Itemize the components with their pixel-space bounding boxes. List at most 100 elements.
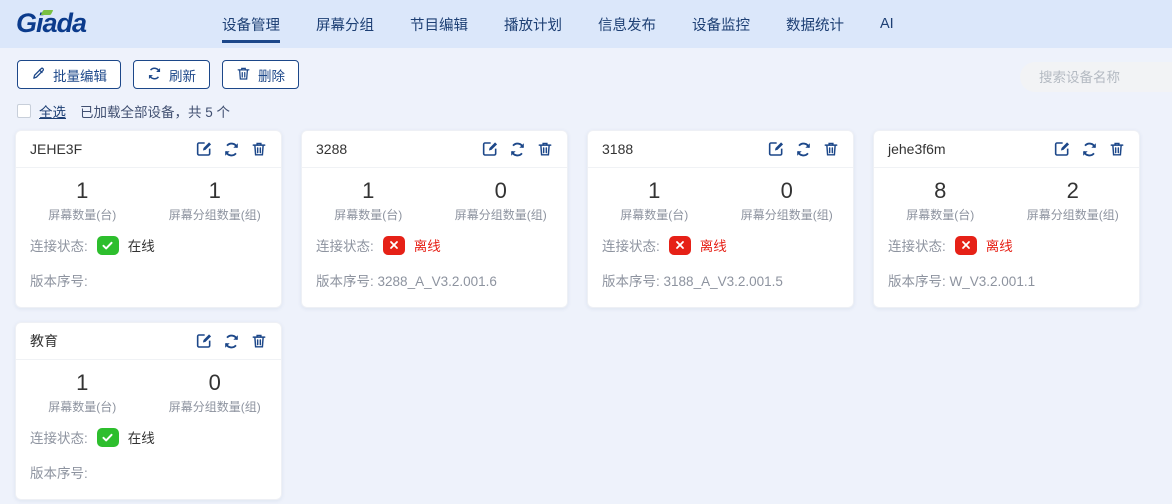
edit-icon[interactable] — [196, 333, 212, 349]
group-count-label: 屏幕分组数量(组) — [1007, 206, 1140, 223]
giada-logo: Giada — [16, 8, 86, 38]
edit-icon[interactable] — [196, 141, 212, 157]
trash-icon[interactable] — [823, 141, 839, 157]
status-badge: 在线 — [128, 427, 155, 447]
batch-edit-button[interactable]: 批量编辑 — [17, 60, 121, 89]
trash-icon — [236, 66, 251, 84]
device-count-summary: 已加载全部设备，共 5 个 — [80, 101, 230, 121]
device-card-grid: JEHE3F 1屏幕数量(台) 1屏幕分组数量(组) 连接状态: 在线 版本序号… — [15, 130, 1140, 500]
tab-playback-schedule[interactable]: 播放计划 — [504, 0, 562, 48]
version-label: 版本序号: — [316, 274, 374, 289]
tab-info-publishing[interactable]: 信息发布 — [598, 0, 656, 48]
connection-status-row: 连接状态: 离线 — [316, 235, 567, 255]
version-value: 3188_A_V3.2.001.5 — [664, 274, 783, 289]
monitor-status-icon — [97, 236, 119, 255]
device-name: jehe3f6m — [888, 141, 946, 157]
edit-icon[interactable] — [482, 141, 498, 157]
screen-count-label: 屏幕数量(台) — [16, 206, 149, 223]
version-value: 3288_A_V3.2.001.6 — [378, 274, 497, 289]
device-card: 3288 1 屏幕数量(台) 0 屏幕分组数量(组) 连接状态: 离线 版本序号: … — [301, 130, 568, 308]
trash-icon[interactable] — [251, 333, 267, 349]
tab-device-monitoring[interactable]: 设备监控 — [692, 0, 750, 48]
refresh-icon[interactable] — [509, 141, 526, 158]
tab-screen-groups[interactable]: 屏幕分组 — [316, 0, 374, 48]
tab-ai[interactable]: AI — [880, 0, 894, 48]
card-actions — [1054, 141, 1125, 158]
monitor-status-icon — [383, 236, 405, 255]
version-row: 版本序号: 3288_A_V3.2.001.6 — [316, 270, 553, 290]
version-row: 版本序号: — [30, 462, 267, 482]
screen-count: 1 — [302, 178, 435, 204]
screen-count: 1 — [588, 178, 721, 204]
device-card: jehe3f6m 8屏幕数量(台) 2屏幕分组数量(组) 连接状态: 离线 版本… — [873, 130, 1140, 308]
group-count-label: 屏幕分组数量(组) — [721, 206, 854, 223]
connection-status-label: 连接状态: — [30, 235, 88, 255]
screen-count: 8 — [874, 178, 1007, 204]
main-nav: 设备管理 屏幕分组 节目编辑 播放计划 信息发布 设备监控 数据统计 AI — [222, 0, 894, 48]
device-card: 教育 1屏幕数量(台) 0屏幕分组数量(组) 连接状态: 在线 版本序号: — [15, 322, 282, 500]
connection-status-row: 连接状态: 在线 — [30, 235, 281, 255]
card-header: 3188 — [588, 131, 853, 168]
batch-edit-label: 批量编辑 — [53, 65, 107, 85]
device-name: 3188 — [602, 141, 633, 157]
card-actions — [196, 333, 267, 350]
card-stats: 1屏幕数量(台) 0屏幕分组数量(组) — [588, 178, 853, 223]
connection-status-label: 连接状态: — [602, 235, 660, 255]
refresh-icon — [147, 66, 162, 84]
pencil-icon — [31, 66, 46, 84]
tab-data-statistics[interactable]: 数据统计 — [786, 0, 844, 48]
screen-count-label: 屏幕数量(台) — [302, 206, 435, 223]
tab-program-editing[interactable]: 节目编辑 — [410, 0, 468, 48]
trash-icon[interactable] — [251, 141, 267, 157]
device-name: JEHE3F — [30, 141, 82, 157]
connection-status-row: 连接状态: 离线 — [602, 235, 853, 255]
card-stats: 1屏幕数量(台) 0屏幕分组数量(组) — [16, 370, 281, 415]
version-value: W_V3.2.001.1 — [950, 274, 1036, 289]
group-count: 0 — [721, 178, 854, 204]
select-all-link[interactable]: 全选 — [39, 101, 66, 121]
device-card: JEHE3F 1屏幕数量(台) 1屏幕分组数量(组) 连接状态: 在线 版本序号… — [15, 130, 282, 308]
monitor-status-icon — [669, 236, 691, 255]
refresh-icon[interactable] — [223, 333, 240, 350]
screen-count: 1 — [16, 370, 149, 396]
select-all-checkbox[interactable] — [17, 104, 31, 118]
trash-icon[interactable] — [537, 141, 553, 157]
trash-icon[interactable] — [1109, 141, 1125, 157]
refresh-icon[interactable] — [1081, 141, 1098, 158]
card-header: 3288 — [302, 131, 567, 168]
connection-status-row: 连接状态: 离线 — [888, 235, 1139, 255]
edit-icon[interactable] — [1054, 141, 1070, 157]
toolbar: 批量编辑 刷新 删除 — [17, 60, 299, 89]
monitor-status-icon — [97, 428, 119, 447]
group-count-label: 屏幕分组数量(组) — [149, 398, 282, 415]
status-badge: 离线 — [414, 235, 441, 255]
search-input[interactable] — [1020, 62, 1172, 92]
group-count: 1 — [149, 178, 282, 204]
selection-bar: 全选 已加载全部设备，共 5 个 — [17, 101, 230, 121]
refresh-icon[interactable] — [223, 141, 240, 158]
device-card: 3188 1屏幕数量(台) 0屏幕分组数量(组) 连接状态: 离线 版本序号: … — [587, 130, 854, 308]
tab-device-management[interactable]: 设备管理 — [222, 0, 280, 48]
screen-count-label: 屏幕数量(台) — [874, 206, 1007, 223]
card-header: jehe3f6m — [874, 131, 1139, 168]
group-count-label: 屏幕分组数量(组) — [435, 206, 568, 223]
card-stats: 1 屏幕数量(台) 0 屏幕分组数量(组) — [302, 178, 567, 223]
refresh-label: 刷新 — [169, 65, 196, 85]
refresh-icon[interactable] — [795, 141, 812, 158]
version-label: 版本序号: — [30, 466, 88, 481]
connection-status-label: 连接状态: — [888, 235, 946, 255]
top-navbar: Giada 设备管理 屏幕分组 节目编辑 播放计划 信息发布 设备监控 数据统计… — [0, 0, 1172, 48]
connection-status-row: 连接状态: 在线 — [30, 427, 281, 447]
edit-icon[interactable] — [768, 141, 784, 157]
version-row: 版本序号: — [30, 270, 267, 290]
version-label: 版本序号: — [30, 274, 88, 289]
version-label: 版本序号: — [888, 274, 946, 289]
group-count: 0 — [435, 178, 568, 204]
version-label: 版本序号: — [602, 274, 660, 289]
refresh-button[interactable]: 刷新 — [133, 60, 210, 89]
card-actions — [482, 141, 553, 158]
delete-button[interactable]: 删除 — [222, 60, 299, 89]
version-row: 版本序号: 3188_A_V3.2.001.5 — [602, 270, 839, 290]
card-actions — [768, 141, 839, 158]
version-row: 版本序号: W_V3.2.001.1 — [888, 270, 1125, 290]
